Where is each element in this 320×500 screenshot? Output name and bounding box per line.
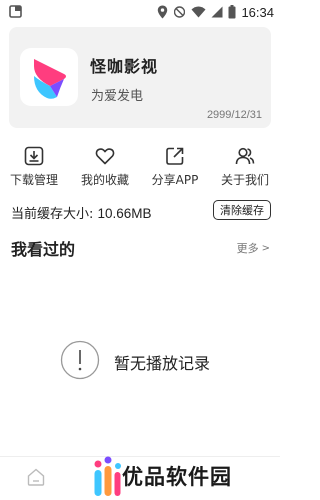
status-icons: 16:34 (157, 0, 274, 24)
users-icon (235, 146, 255, 166)
cache-size-value: 10.66MB (97, 206, 152, 221)
favorites-label: 我的收藏 (80, 173, 129, 187)
download-manager-label: 下载管理 (9, 173, 58, 187)
battery-icon (228, 5, 236, 19)
app-logo (20, 48, 78, 106)
cache-size-text: 当前缓存大小: 10.66MB (11, 203, 152, 222)
signal-icon (211, 6, 223, 18)
app-expiry-date: 2999/12/31 (206, 109, 262, 121)
watermark: 优品软件园 (92, 452, 280, 500)
cache-row: 当前缓存大小: 10.66MB 清除缓存 (0, 198, 280, 224)
quick-actions: 下载管理 我的收藏 分享APP 关于我们 (0, 142, 280, 190)
history-more-label: 更多 (236, 242, 259, 255)
history-title: 我看过的 (11, 240, 76, 259)
watermark-logo (94, 456, 121, 496)
status-time: 16:34 (241, 4, 274, 20)
history-more-link[interactable]: 更多 > (237, 240, 270, 256)
chevron-right-icon: > (261, 242, 270, 254)
heart-icon (95, 146, 115, 166)
watermark-text: 优品软件园 (122, 465, 232, 489)
wifi-icon (191, 6, 206, 18)
notification-icon (9, 4, 23, 18)
screen: 16:34 怪咖影视 为爱发电 2999/12/31 下载管理 我的收藏 分享A… (0, 0, 280, 500)
about-us-label: 关于我们 (220, 173, 269, 187)
app-name: 怪咖影视 (90, 57, 159, 76)
history-header: 我看过的 更多 > (0, 232, 280, 260)
about-us-button[interactable]: 关于我们 (215, 142, 275, 190)
status-bar: 16:34 (0, 0, 280, 24)
download-manager-button[interactable]: 下载管理 (4, 142, 64, 190)
history-empty-state: 暂无播放记录 (0, 340, 280, 380)
cache-size-label: 当前缓存大小: (11, 207, 98, 222)
favorites-button[interactable]: 我的收藏 (75, 142, 135, 190)
share-app-button[interactable]: 分享APP (145, 142, 205, 190)
history-empty-text: 暂无播放记录 (114, 354, 211, 373)
location-icon (157, 5, 168, 19)
app-info-card: 怪咖影视 为爱发电 2999/12/31 (9, 27, 271, 128)
bluetooth-off-icon (174, 5, 186, 19)
share-app-label: 分享APP (151, 173, 199, 187)
share-icon (165, 146, 185, 166)
app-slogan: 为爱发电 (91, 89, 144, 104)
download-icon (24, 146, 44, 166)
clear-cache-button[interactable]: 清除缓存 (213, 200, 271, 220)
info-icon (60, 340, 100, 380)
home-icon[interactable] (26, 467, 46, 487)
